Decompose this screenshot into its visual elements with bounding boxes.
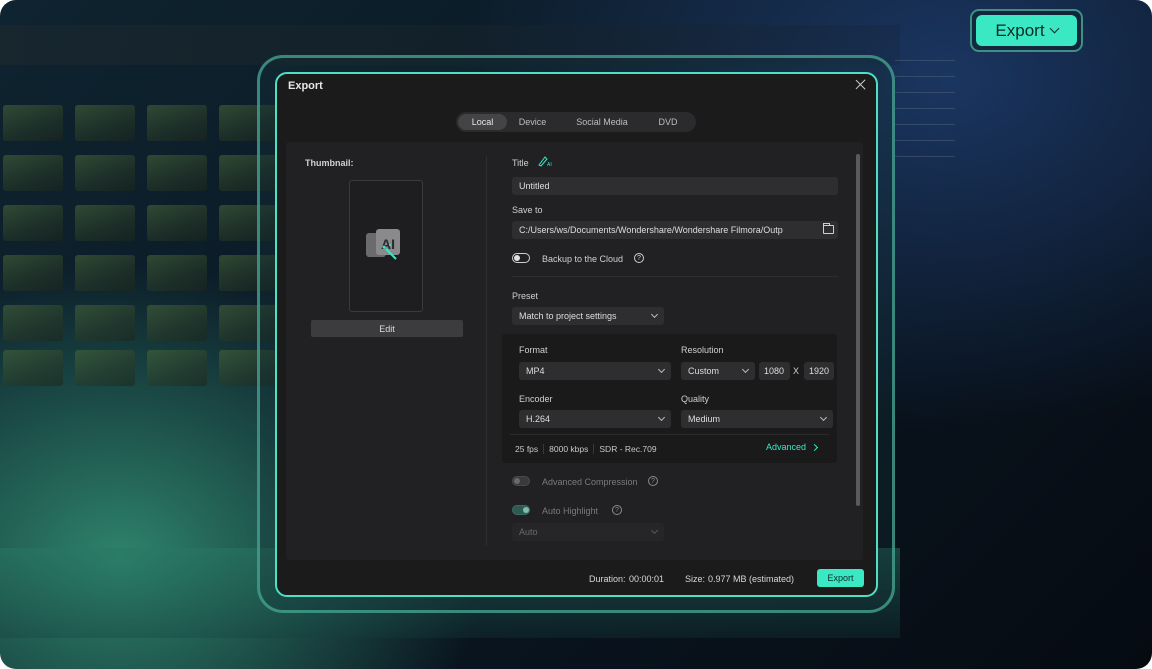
color-space-stat: SDR - Rec.709 (599, 444, 657, 454)
export-dialog: Export Local Device Social Media DVD Thu… (275, 72, 878, 597)
title-label: Title (512, 158, 529, 168)
background-media-grid (0, 95, 279, 395)
preset-select[interactable]: Match to project settings (512, 307, 664, 325)
quality-label: Quality (681, 394, 710, 404)
export-stats: 25 fps 8000 kbps SDR - Rec.709 (510, 444, 662, 454)
edit-thumbnail-button[interactable]: Edit (311, 320, 463, 337)
format-select[interactable]: MP4 (519, 362, 671, 380)
auto-highlight-toggle[interactable] (512, 505, 530, 515)
scrollbar[interactable] (856, 154, 860, 506)
fps-stat: 25 fps (510, 444, 545, 454)
export-settings-panel: Thumbnail: AI Edit Title AI Untitled Sav… (286, 142, 863, 560)
quality-select[interactable]: Medium (681, 410, 833, 428)
resolution-value: Custom (688, 366, 720, 376)
help-icon[interactable]: ? (612, 505, 622, 515)
chevron-down-icon (819, 413, 828, 422)
preset-value: Match to project settings (519, 311, 617, 321)
advanced-label: Advanced (765, 442, 806, 452)
tab-dvd[interactable]: DVD (646, 114, 690, 130)
duration-label: Duration: (589, 574, 626, 584)
advanced-compression-label: Advanced Compression (542, 477, 638, 487)
thumbnail-preview[interactable]: AI (349, 180, 423, 312)
backup-cloud-label: Backup to the Cloud (542, 254, 624, 264)
backup-cloud-toggle[interactable] (512, 253, 530, 263)
help-icon[interactable]: ? (634, 253, 644, 263)
resolution-width-input[interactable]: 1080 (759, 362, 790, 380)
encoder-value: H.264 (526, 414, 551, 424)
bitrate-stat: 8000 kbps (544, 444, 595, 454)
auto-highlight-select[interactable]: Auto (512, 523, 664, 541)
save-path-text: C:/Users/ws/Documents/Wondershare/Wonder… (519, 225, 783, 235)
size-label: Size: (685, 574, 706, 584)
export-tabs: Local Device Social Media DVD (456, 112, 696, 132)
duration-value: 00:00:01 (629, 574, 665, 584)
format-label: Format (519, 345, 548, 355)
column-divider (486, 156, 487, 546)
auto-value: Auto (519, 527, 538, 537)
encoder-label: Encoder (519, 394, 553, 404)
preset-label: Preset (512, 291, 539, 301)
chevron-down-icon (650, 526, 659, 535)
top-export-button[interactable]: Export (976, 15, 1077, 46)
resolution-height-input[interactable]: 1920 (804, 362, 834, 380)
svg-text:AI: AI (547, 162, 552, 167)
advanced-link[interactable]: Advanced (765, 442, 819, 452)
size-value: 0.977 MB (estimated) (708, 574, 795, 584)
chevron-down-icon (650, 310, 659, 319)
tab-device[interactable]: Device (507, 114, 558, 130)
format-value: MP4 (526, 366, 545, 376)
chevron-down-icon (1049, 23, 1060, 34)
quality-value: Medium (688, 414, 721, 424)
export-button[interactable]: Export (817, 569, 864, 587)
thumbnail-label: Thumbnail: (305, 158, 354, 168)
save-path-field[interactable]: C:/Users/ws/Documents/Wondershare/Wonder… (512, 221, 838, 239)
ai-thumbnail-icon: AI (366, 229, 400, 260)
preset-details-panel: Format MP4 Resolution Custom 1080 X 1920… (502, 334, 837, 463)
save-to-label: Save to (512, 205, 543, 215)
chevron-right-icon (810, 443, 819, 451)
ai-pencil-icon[interactable]: AI (537, 155, 553, 167)
section-divider (512, 276, 838, 277)
chevron-down-icon (741, 365, 750, 374)
chevron-down-icon (657, 365, 666, 374)
advanced-compression-toggle[interactable] (512, 476, 530, 486)
resolution-label: Resolution (681, 345, 724, 355)
background-properties-panel (895, 60, 1095, 260)
close-icon[interactable] (854, 78, 868, 92)
stats-divider (510, 434, 829, 435)
help-icon[interactable]: ? (648, 476, 658, 486)
top-export-highlight: Export (970, 9, 1083, 52)
chevron-down-icon (657, 413, 666, 422)
resolution-x-label: X (793, 366, 800, 376)
resolution-select[interactable]: Custom (681, 362, 755, 380)
top-export-label: Export (995, 20, 1045, 40)
tab-local[interactable]: Local (458, 114, 507, 130)
auto-highlight-label: Auto Highlight (542, 506, 599, 516)
dialog-title: Export (288, 80, 323, 92)
encoder-select[interactable]: H.264 (519, 410, 671, 428)
title-input[interactable]: Untitled (512, 177, 838, 195)
tab-social-media[interactable]: Social Media (558, 114, 646, 130)
folder-icon[interactable] (823, 223, 834, 234)
